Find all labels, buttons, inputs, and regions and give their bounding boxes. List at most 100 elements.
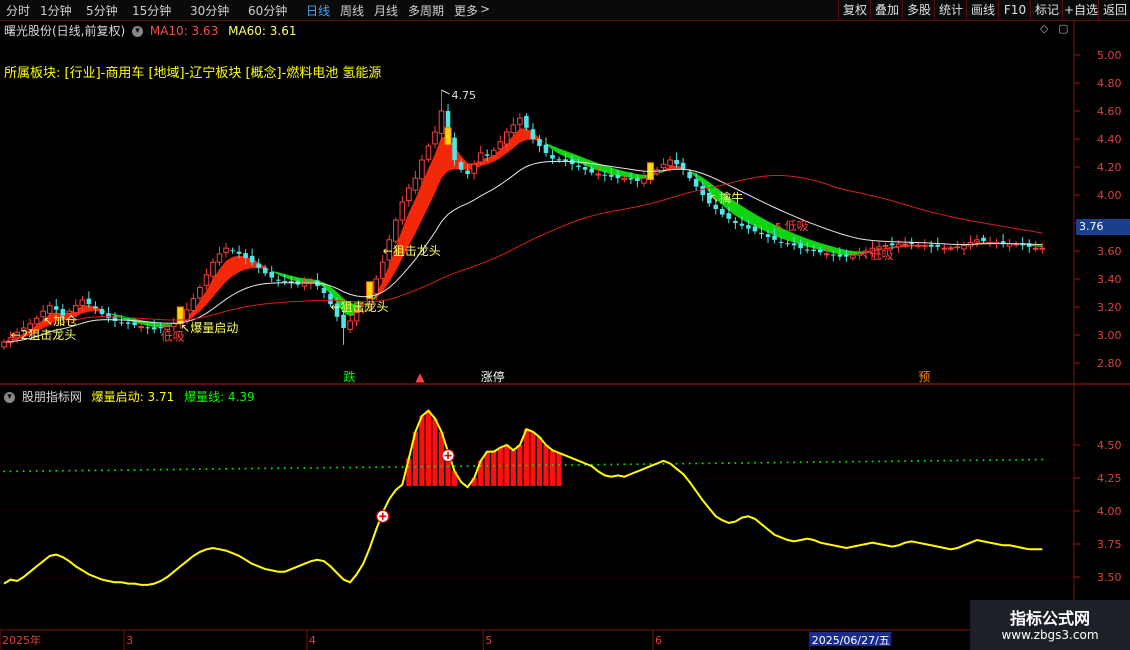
surge-line-dot bbox=[107, 469, 110, 472]
event-marker: 涨停 bbox=[481, 369, 505, 384]
surge-line-dot bbox=[127, 468, 130, 471]
toolbar-button-5[interactable]: F10 bbox=[998, 0, 1031, 20]
signal-annotation: ↖爆量启动 bbox=[180, 321, 238, 335]
toolbar-button-4[interactable]: 画线 bbox=[966, 0, 999, 20]
surge-line-dot bbox=[146, 468, 149, 471]
surge-line-dot bbox=[368, 466, 371, 469]
candle bbox=[543, 137, 549, 157]
surge-line-dot bbox=[185, 468, 188, 471]
candle bbox=[53, 299, 59, 314]
watermark-url: www.zbgs3.com bbox=[1001, 628, 1099, 642]
surge-line-dot bbox=[708, 462, 711, 465]
current-price-marker: 3.76 bbox=[1076, 219, 1130, 235]
chevron-right-icon[interactable]: > bbox=[480, 2, 490, 16]
volume-surge-bar bbox=[491, 451, 497, 486]
toolbar-button-3[interactable]: 统计 bbox=[934, 0, 967, 20]
tab-4[interactable]: 30分钟 bbox=[190, 2, 229, 19]
tab-1[interactable]: 1分钟 bbox=[40, 2, 72, 19]
surge-line-dot bbox=[133, 468, 136, 471]
candle bbox=[909, 237, 914, 250]
surge-line-dot bbox=[283, 467, 286, 470]
surge-line-dot bbox=[414, 465, 417, 468]
toolbar-button-0[interactable]: 复权 bbox=[838, 0, 871, 20]
surge-line-dot bbox=[943, 459, 946, 462]
candle bbox=[269, 265, 275, 283]
surge-line-dot bbox=[264, 467, 267, 470]
surge-line-dot bbox=[525, 464, 528, 467]
surge-line-dot bbox=[355, 466, 358, 469]
signal-annotation: ↖擒牛 bbox=[709, 190, 743, 205]
diamond-icon[interactable]: ◇ bbox=[1040, 22, 1048, 35]
tab-2[interactable]: 5分钟 bbox=[86, 2, 118, 19]
candle bbox=[106, 307, 111, 323]
surge-line-dot bbox=[270, 467, 273, 470]
tab-0[interactable]: 分时 bbox=[6, 2, 30, 19]
tab-10[interactable]: 更多 bbox=[454, 2, 478, 19]
candle bbox=[406, 184, 412, 207]
tab-6[interactable]: 日线 bbox=[306, 2, 330, 19]
candle bbox=[399, 195, 406, 225]
expand-icon[interactable]: ▢ bbox=[1058, 22, 1068, 35]
toolbar-button-2[interactable]: 多股 bbox=[902, 0, 935, 20]
surge-line-dot bbox=[447, 465, 450, 468]
surge-line-dot bbox=[94, 469, 97, 472]
main-title-row: 曙光股份(日线,前复权) ▾ MA10: 3.63 MA60: 3.61 bbox=[4, 22, 297, 39]
surge-line-dot bbox=[610, 463, 613, 466]
surge-line-dot bbox=[407, 465, 410, 468]
surge-line-dot bbox=[891, 460, 894, 463]
date-axis: 2025年34562025/06/27/五8 bbox=[0, 630, 1041, 650]
surge-line-dot bbox=[336, 466, 339, 469]
toolbar-button-7[interactable]: +自选 bbox=[1062, 0, 1099, 20]
surge-line-dot bbox=[1015, 458, 1018, 461]
tab-8[interactable]: 月线 bbox=[374, 2, 398, 19]
surge-line-dot bbox=[114, 469, 117, 472]
surge-line-dot bbox=[538, 464, 541, 467]
surge-line-dot bbox=[1021, 458, 1024, 461]
surge-line-dot bbox=[316, 466, 319, 469]
tab-9[interactable]: 多周期 bbox=[408, 2, 444, 19]
settings-icon[interactable]: ▾ bbox=[132, 26, 144, 37]
indicator-tick-label: 4.00 bbox=[1097, 505, 1122, 518]
surge-line-dot bbox=[851, 460, 854, 463]
indicator-settings-icon[interactable]: ▾ bbox=[4, 392, 15, 403]
candle bbox=[341, 310, 346, 345]
tab-3[interactable]: 15分钟 bbox=[132, 2, 171, 19]
stock-title: 曙光股份(日线,前复权) bbox=[4, 24, 126, 38]
candle bbox=[1, 339, 7, 350]
surge-line-dot bbox=[486, 464, 489, 467]
tab-5[interactable]: 60分钟 bbox=[248, 2, 287, 19]
indicator-tick-label: 4.50 bbox=[1097, 439, 1122, 452]
surge-line-dot bbox=[962, 459, 965, 462]
surge-line-dot bbox=[616, 463, 619, 466]
toolbar-button-8[interactable]: 返回 bbox=[1098, 0, 1130, 20]
surge-line-dot bbox=[179, 468, 182, 471]
toolbar-button-1[interactable]: 叠加 bbox=[870, 0, 903, 20]
main-price-axis: 2.803.003.203.403.603.804.004.204.404.60… bbox=[1073, 49, 1122, 384]
surge-line-dot bbox=[695, 462, 698, 465]
indicator-bars bbox=[406, 410, 562, 486]
surge-line-dot bbox=[225, 467, 228, 470]
ma10-label: MA10: 3.63 bbox=[149, 24, 219, 38]
candle bbox=[1013, 241, 1019, 248]
surge-line-dot bbox=[74, 469, 77, 472]
surge-line-dot bbox=[662, 462, 665, 465]
surge-line-dot bbox=[858, 460, 861, 463]
candle bbox=[197, 284, 203, 301]
candle bbox=[230, 247, 235, 254]
surge-line-dot bbox=[714, 462, 717, 465]
surge-line-dot bbox=[982, 459, 985, 462]
surge-line-dot bbox=[577, 463, 580, 466]
surge-line-dot bbox=[512, 464, 515, 467]
surge-line-dot bbox=[1002, 458, 1005, 461]
surge-line-dot bbox=[218, 467, 221, 470]
surge-line-dot bbox=[760, 461, 763, 464]
surge-line-dot bbox=[786, 461, 789, 464]
surge-line-dot bbox=[460, 465, 463, 468]
surge-start-line bbox=[3, 409, 1043, 586]
tab-7[interactable]: 周线 bbox=[340, 2, 364, 19]
surge-line-dot bbox=[16, 470, 19, 473]
surge-line-dot bbox=[303, 466, 306, 469]
toolbar-button-6[interactable]: 标记 bbox=[1030, 0, 1063, 20]
surge-line-dot bbox=[48, 469, 51, 472]
downtrend-band bbox=[944, 246, 964, 248]
